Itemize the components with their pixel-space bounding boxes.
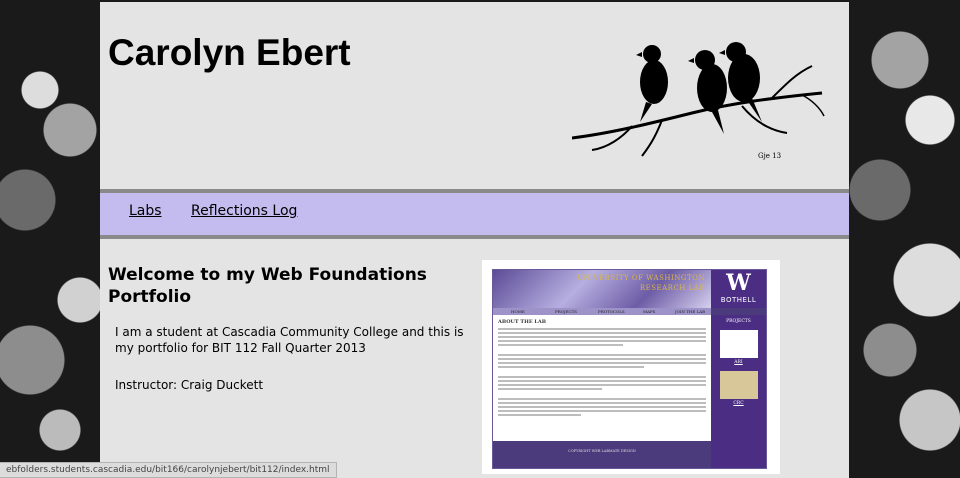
site-title: Carolyn Ebert	[108, 32, 351, 73]
screenshot-nav-item: JOIN THE LAB	[675, 309, 706, 314]
nav-link-labs[interactable]: Labs	[129, 203, 162, 219]
page-container: Carolyn Ebert Gje 13 Labs Reflections Lo…	[100, 2, 849, 478]
screenshot-sidebar: PROJECTS ARI CRC	[711, 315, 766, 468]
instructor-text: Instructor: Craig Duckett	[115, 378, 264, 392]
screenshot-nav-item: HOME	[511, 309, 525, 314]
art-signature: Gje 13	[758, 152, 781, 160]
screenshot-sidebar-heading: PROJECTS	[726, 319, 751, 324]
screenshot-footer: COPYRIGHT WEB LABMATE DESIGN	[568, 449, 636, 453]
screenshot-logo: W BOTHELL	[711, 270, 766, 308]
screenshot-logo-letter: W	[726, 270, 751, 296]
nav-link-reflections-log[interactable]: Reflections Log	[191, 203, 297, 219]
screenshot-nav-item: MAPS	[643, 309, 656, 314]
bacteria-thumbnail	[719, 371, 758, 399]
screenshot-banner-line1: UNIVERSITY OF WASHINGTON	[577, 274, 705, 282]
browser-status-bar: ebfolders.students.cascadia.edu/bit166/c…	[0, 462, 337, 478]
screenshot-logo-text: BOTHELL	[720, 296, 757, 304]
screenshot-nav: HOME PROJECTS PROTOCOLS MAPS JOIN THE LA…	[493, 308, 711, 315]
screenshot-sidebar-item: ARI	[734, 360, 743, 365]
intro-text: I am a student at Cascadia Community Col…	[115, 325, 464, 355]
site-header: Carolyn Ebert Gje 13	[100, 2, 849, 189]
screenshot-banner-line2: RESEARCH LAB	[639, 284, 705, 292]
screenshot-sidebar-item: CRC	[733, 401, 744, 406]
screenshot-body: ABOUT THE LAB	[493, 315, 711, 441]
screenshot-banner: UNIVERSITY OF WASHINGTON RESEARCH LAB	[493, 270, 711, 308]
welcome-heading: Welcome to my Web Foundations Portfolio	[108, 265, 427, 307]
main-nav: Labs Reflections Log	[100, 189, 849, 239]
screenshot-about-heading: ABOUT THE LAB	[498, 319, 546, 325]
screenshot-nav-item: PROTOCOLS	[598, 309, 625, 314]
screenshot-nav-item: PROJECTS	[555, 309, 577, 314]
molecule-thumbnail	[719, 330, 758, 358]
project-screenshot-frame: UNIVERSITY OF WASHINGTON RESEARCH LAB W …	[492, 269, 767, 469]
birds-on-branch-illustration: Gje 13	[572, 42, 825, 160]
project-screenshot[interactable]: UNIVERSITY OF WASHINGTON RESEARCH LAB W …	[482, 260, 780, 474]
